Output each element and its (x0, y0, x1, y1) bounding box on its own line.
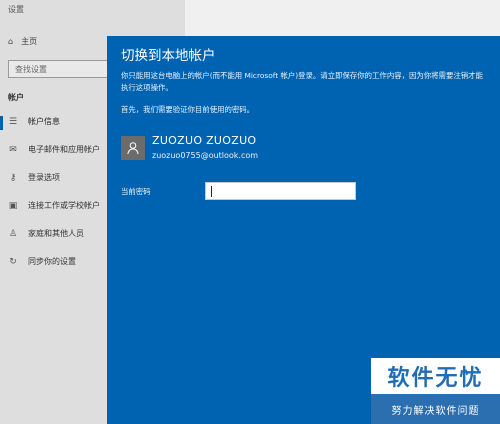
watermark-logo: 软件无忧 努力解决软件问题 (371, 358, 500, 424)
person-lines-icon: ☰ (8, 116, 18, 127)
sidebar-item-label: 同步你的设置 (28, 257, 76, 266)
sidebar-item-label: 家庭和其他人员 (28, 229, 84, 238)
dialog-first-step: 首先，我们需要验证你目前使用的密码。 (121, 105, 255, 114)
text-caret (211, 186, 212, 197)
password-input[interactable] (205, 182, 356, 200)
dialog-title: 切换到本地帐户 (121, 48, 216, 64)
sidebar-item-family[interactable]: ♙ 家庭和其他人员 (8, 228, 84, 239)
home-label: 主页 (21, 37, 38, 46)
sidebar-item-account-info[interactable]: ☰ 帐户信息 (8, 116, 60, 127)
key-icon: ⚷ (9, 172, 17, 183)
sidebar-item-label: 登录选项 (28, 173, 60, 182)
dialog-description: 你只能用这台电脑上的帐户(而不能用 Microsoft 帐户)登录。请立即保存你… (121, 71, 483, 92)
sidebar-item-sign-in-options[interactable]: ⚷ 登录选项 (8, 172, 60, 183)
person-add-icon: ♙ (8, 228, 18, 239)
section-title: 帐户 (8, 93, 24, 102)
sidebar-item-label: 帐户信息 (28, 117, 60, 126)
briefcase-icon: ▣ (8, 200, 18, 211)
home-icon: ⌂ (8, 37, 14, 46)
search-placeholder: 查找设置 (15, 64, 47, 74)
sidebar-item-email-accounts[interactable]: ✉ 电子邮件和应用帐户 (8, 144, 100, 155)
mail-icon: ✉ (9, 144, 17, 155)
sidebar-item-sync[interactable]: ↻ 同步你的设置 (8, 256, 76, 267)
user-name: ZUOZUO ZUOZUO (152, 134, 257, 147)
sidebar-item-label: 连接工作或学校帐户 (28, 201, 100, 210)
window-title: 设置 (8, 5, 24, 14)
active-indicator (0, 116, 3, 130)
sidebar-item-label: 电子邮件和应用帐户 (28, 145, 100, 154)
user-email: zuozuo0755@outlook.com (152, 151, 259, 160)
watermark-subtitle: 努力解决软件问题 (371, 394, 500, 424)
password-label: 当前密码 (121, 187, 151, 196)
sync-icon: ↻ (9, 256, 17, 267)
sidebar-home[interactable]: ⌂ 主页 (8, 36, 37, 47)
user-icon (127, 142, 139, 155)
sidebar-item-work-school[interactable]: ▣ 连接工作或学校帐户 (8, 200, 100, 211)
watermark-title: 软件无忧 (387, 366, 484, 391)
avatar (121, 136, 145, 160)
